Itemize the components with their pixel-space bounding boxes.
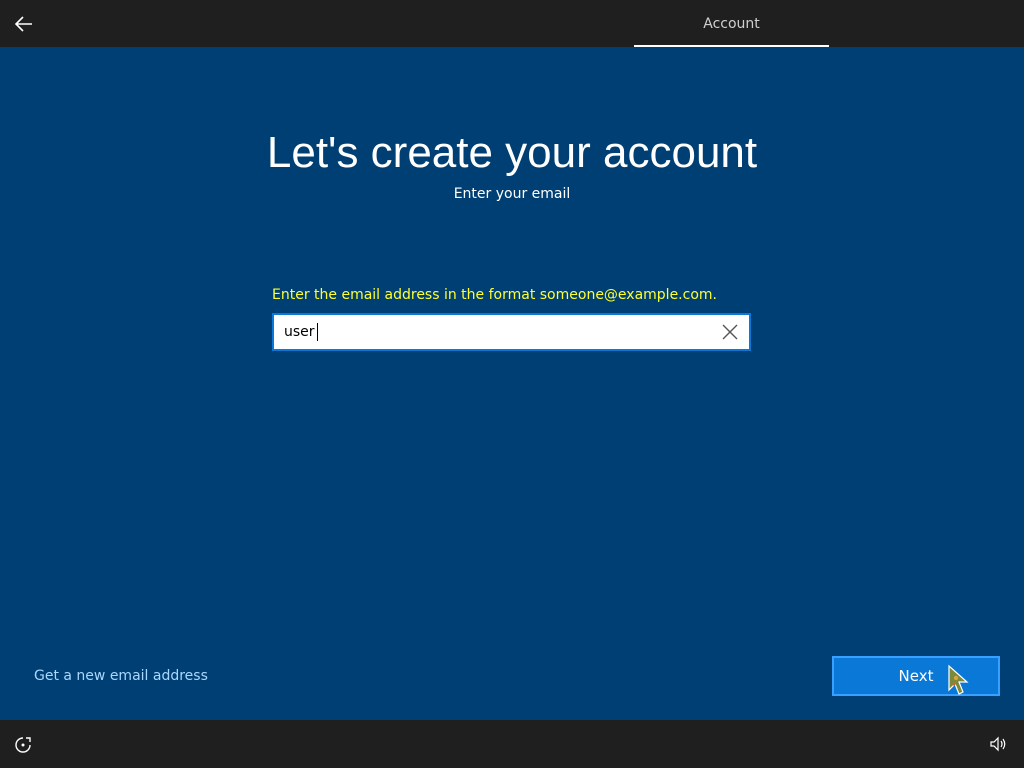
back-arrow-icon bbox=[14, 16, 32, 32]
volume-icon bbox=[990, 736, 1006, 752]
bottom-bar bbox=[0, 720, 1024, 768]
email-field[interactable]: user bbox=[272, 313, 751, 351]
email-error-message: Enter the email address in the format so… bbox=[272, 287, 717, 303]
accessibility-icon bbox=[15, 737, 31, 753]
setup-page: Let's create your account Enter your ema… bbox=[0, 47, 1024, 720]
page-subtitle: Enter your email bbox=[453, 186, 571, 202]
step-tab-account: Account bbox=[703, 15, 760, 32]
back-button[interactable] bbox=[8, 8, 40, 40]
volume-button[interactable] bbox=[988, 734, 1008, 754]
close-icon bbox=[722, 324, 738, 340]
top-bar: Account bbox=[0, 0, 1024, 47]
text-caret bbox=[316, 323, 318, 341]
page-title: Let's create your account bbox=[266, 128, 758, 177]
next-button[interactable]: Next bbox=[832, 656, 1000, 696]
email-input-value[interactable]: user bbox=[274, 324, 315, 340]
accessibility-button[interactable] bbox=[12, 734, 34, 756]
get-new-email-link[interactable]: Get a new email address bbox=[34, 668, 208, 684]
clear-input-button[interactable] bbox=[721, 323, 739, 341]
mouse-pointer-icon bbox=[948, 664, 969, 695]
